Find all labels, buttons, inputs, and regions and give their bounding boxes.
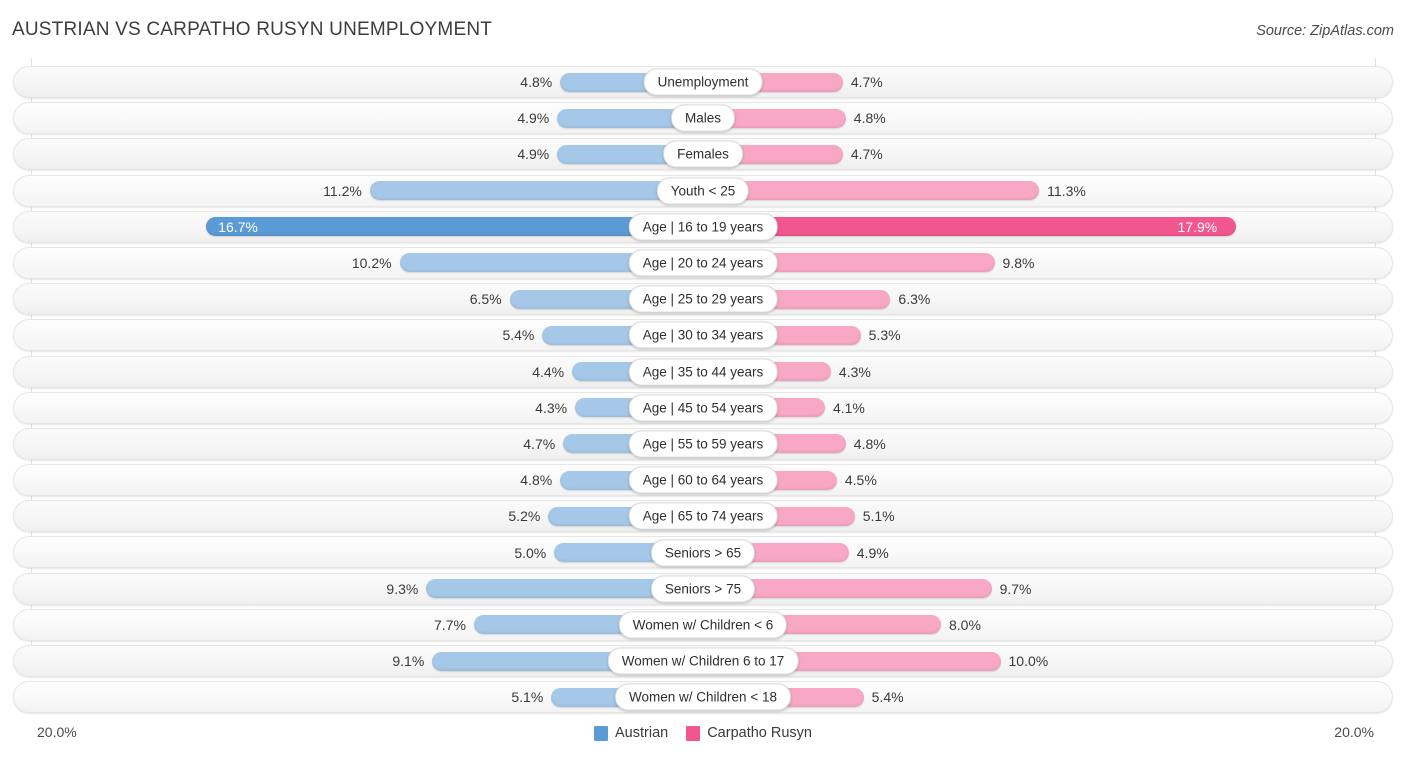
value-label-carpatho-rusyn: 5.1% xyxy=(862,508,895,525)
category-pill: Age | 55 to 59 years xyxy=(628,430,778,458)
bar-row: 4.8% 4.7% Unemployment xyxy=(0,64,1406,100)
value-label-carpatho-rusyn: 4.7% xyxy=(850,146,883,163)
bar-carpatho-rusyn[interactable] xyxy=(703,181,1040,201)
bar-row: 4.9% 4.8% Males xyxy=(0,100,1406,136)
source-attribution: Source: ZipAtlas.com xyxy=(1256,23,1394,39)
value-label-austrian: 5.2% xyxy=(508,508,541,525)
value-label-austrian: 5.1% xyxy=(511,689,544,706)
value-label-austrian: 7.7% xyxy=(434,616,466,633)
bar-row: 10.2% 9.8% Age | 20 to 24 years xyxy=(0,245,1406,281)
category-pill: Males xyxy=(670,104,736,132)
value-label-austrian: 5.4% xyxy=(502,327,535,344)
value-label-austrian: 9.3% xyxy=(386,580,419,597)
category-pill: Seniors > 65 xyxy=(650,539,756,567)
value-label-austrian: 6.5% xyxy=(469,291,502,308)
value-label-carpatho-rusyn: 11.3% xyxy=(1047,182,1086,199)
value-label-carpatho-rusyn: 17.9% xyxy=(1177,218,1218,235)
value-label-carpatho-rusyn: 9.8% xyxy=(1002,255,1035,272)
bar-row: 9.1% 10.0% Women w/ Children 6 to 17 xyxy=(0,643,1406,679)
legend-item[interactable]: Carpatho Rusyn xyxy=(686,725,812,741)
value-label-carpatho-rusyn: 5.4% xyxy=(871,689,904,706)
bar-row: 5.0% 4.9% Seniors > 65 xyxy=(0,534,1406,570)
category-pill: Women w/ Children 6 to 17 xyxy=(607,647,799,675)
value-label-carpatho-rusyn: 8.0% xyxy=(949,616,981,633)
category-pill: Youth < 25 xyxy=(656,177,750,205)
value-label-austrian: 4.7% xyxy=(523,435,556,452)
page-title: AUSTRIAN VS CARPATHO RUSYN UNEMPLOYMENT xyxy=(12,19,493,40)
bar-row: 5.4% 5.3% Age | 30 to 34 years xyxy=(0,317,1406,353)
legend-label: Carpatho Rusyn xyxy=(707,725,812,741)
category-pill: Seniors > 75 xyxy=(650,575,756,603)
value-label-carpatho-rusyn: 10.0% xyxy=(1008,653,1049,670)
chart-legend: Austrian Carpatho Rusyn xyxy=(594,725,812,741)
value-label-carpatho-rusyn: 4.1% xyxy=(832,399,865,416)
legend-swatch-icon xyxy=(686,725,701,741)
axis-label-right: 20.0% xyxy=(1334,724,1374,740)
category-pill: Women w/ Children < 6 xyxy=(618,611,788,639)
value-label-austrian: 4.4% xyxy=(532,363,565,380)
value-label-carpatho-rusyn: 9.7% xyxy=(999,580,1032,597)
category-pill: Unemployment xyxy=(643,68,763,96)
value-label-austrian: 10.2% xyxy=(351,255,392,272)
legend-swatch-icon xyxy=(594,725,609,741)
value-label-carpatho-rusyn: 4.3% xyxy=(838,363,871,380)
value-label-carpatho-rusyn: 4.8% xyxy=(853,110,886,127)
axis-label-left: 20.0% xyxy=(37,724,77,740)
category-pill: Age | 20 to 24 years xyxy=(628,249,778,277)
value-label-austrian: 4.8% xyxy=(520,472,553,489)
bar-row: 5.1% 5.4% Women w/ Children < 18 xyxy=(0,679,1406,715)
category-pill: Age | 16 to 19 years xyxy=(628,213,778,241)
value-label-austrian: 4.8% xyxy=(520,74,553,91)
value-label-carpatho-rusyn: 4.8% xyxy=(853,435,886,452)
value-label-austrian: 4.9% xyxy=(517,146,550,163)
chart-header: AUSTRIAN VS CARPATHO RUSYN UNEMPLOYMENT … xyxy=(0,0,1406,58)
bar-row: 4.4% 4.3% Age | 35 to 44 years xyxy=(0,354,1406,390)
value-label-austrian: 11.2% xyxy=(323,182,362,199)
bar-row: 16.7% 17.9% Age | 16 to 19 years xyxy=(0,209,1406,245)
bar-row: 7.7% 8.0% Women w/ Children < 6 xyxy=(0,607,1406,643)
legend-item[interactable]: Austrian xyxy=(594,725,668,741)
category-pill: Women w/ Children < 18 xyxy=(615,683,791,711)
value-label-austrian: 16.7% xyxy=(218,218,258,235)
category-pill: Age | 30 to 34 years xyxy=(628,321,778,349)
value-label-carpatho-rusyn: 4.9% xyxy=(856,544,889,561)
value-label-austrian: 4.3% xyxy=(535,399,568,416)
bar-austrian[interactable] xyxy=(369,181,703,201)
value-label-carpatho-rusyn: 5.3% xyxy=(868,327,901,344)
bar-row: 4.8% 4.5% Age | 60 to 64 years xyxy=(0,462,1406,498)
category-pill: Age | 25 to 29 years xyxy=(628,285,778,313)
bar-row: 4.7% 4.8% Age | 55 to 59 years xyxy=(0,426,1406,462)
category-pill: Age | 65 to 74 years xyxy=(628,502,778,530)
category-pill: Females xyxy=(663,140,743,168)
bar-rows-container: 4.8% 4.7% Unemployment 4.9% 4.8% Males 4.9% 4.7… xyxy=(0,64,1406,715)
bar-row: 4.9% 4.7% Females xyxy=(0,136,1406,172)
legend-label: Austrian xyxy=(615,725,669,741)
category-pill: Age | 60 to 64 years xyxy=(628,466,778,494)
chart-plot-area: 4.8% 4.7% Unemployment 4.9% 4.8% Males 4.9% 4.7… xyxy=(0,58,1406,717)
value-label-carpatho-rusyn: 4.7% xyxy=(850,74,883,91)
value-label-austrian: 4.9% xyxy=(517,110,550,127)
bar-row: 6.5% 6.3% Age | 25 to 29 years xyxy=(0,281,1406,317)
bar-row: 4.3% 4.1% Age | 45 to 54 years xyxy=(0,390,1406,426)
chart-footer: 20.0% Austrian Carpatho Rusyn 20.0% xyxy=(0,714,1406,757)
value-label-austrian: 9.1% xyxy=(392,653,425,670)
value-label-austrian: 5.0% xyxy=(514,544,547,561)
category-pill: Age | 35 to 44 years xyxy=(628,358,778,386)
category-pill: Age | 45 to 54 years xyxy=(628,394,778,422)
bar-carpatho-rusyn[interactable] xyxy=(703,217,1236,237)
value-label-carpatho-rusyn: 4.5% xyxy=(844,472,877,489)
value-label-carpatho-rusyn: 6.3% xyxy=(898,291,931,308)
bar-row: 9.3% 9.7% Seniors > 75 xyxy=(0,571,1406,607)
bar-row: 11.2% 11.3% Youth < 25 xyxy=(0,173,1406,209)
bar-row: 5.2% 5.1% Age | 65 to 74 years xyxy=(0,498,1406,534)
